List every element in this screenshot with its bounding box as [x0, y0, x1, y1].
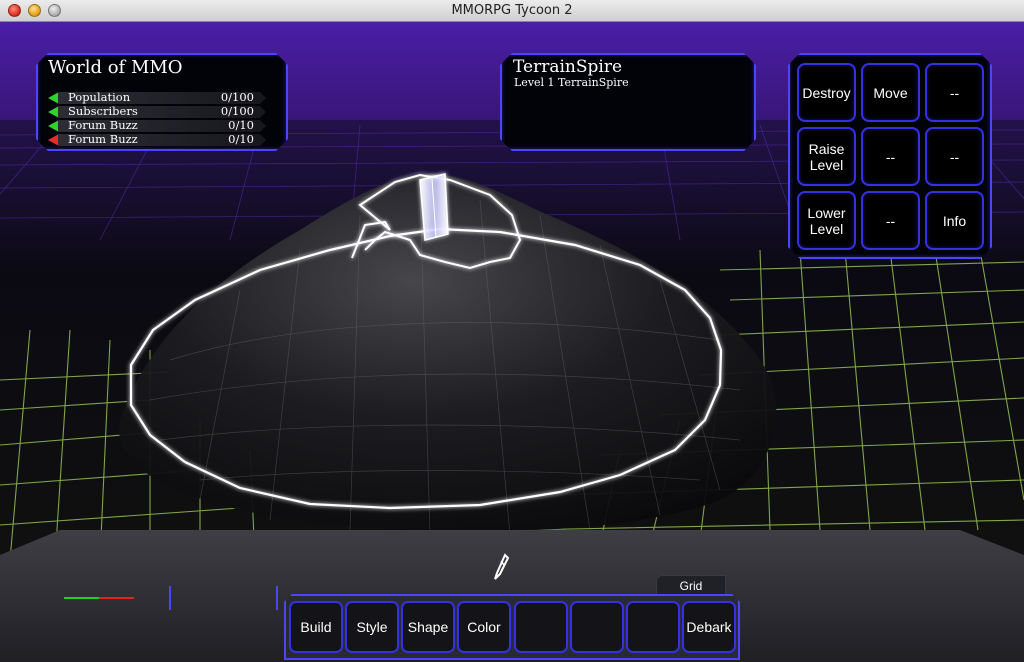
button-label: Build	[300, 619, 332, 635]
button-label: Info	[942, 212, 967, 229]
empty-toolbar-slot[interactable]	[570, 601, 624, 653]
zoom-window-button[interactable]	[48, 4, 61, 17]
stat-value: 0/10	[228, 118, 254, 132]
close-window-button[interactable]	[8, 4, 21, 17]
grid-tab[interactable]: Grid	[656, 575, 726, 595]
button-label: Raise Level	[808, 140, 845, 173]
debark-button[interactable]: Debark	[682, 601, 736, 653]
world-stats-panel: World of MMO Population 0/100 Subscriber…	[36, 53, 288, 151]
stat-label: Forum Buzz	[68, 132, 138, 146]
stat-forum-buzz: Forum Buzz 0/10	[48, 119, 276, 132]
button-label: Shape	[407, 619, 449, 635]
button-label: Style	[356, 619, 388, 635]
dock-divider	[169, 586, 171, 610]
info-button[interactable]: Info	[925, 191, 984, 250]
move-button[interactable]: Move	[861, 63, 920, 122]
stat-label: Subscribers	[68, 104, 138, 118]
axis-indicator-y	[99, 597, 134, 599]
trend-up-icon	[48, 92, 59, 104]
button-label: --	[885, 148, 896, 165]
trend-down-icon	[48, 134, 59, 146]
main-toolbar: Build Style Shape Color Debark	[284, 594, 740, 660]
build-button[interactable]: Build	[289, 601, 343, 653]
axis-indicator-x	[64, 597, 99, 599]
stat-forum-buzz-2: Forum Buzz 0/10	[48, 133, 276, 146]
button-label: --	[949, 84, 960, 101]
style-button[interactable]: Style	[345, 601, 399, 653]
trend-up-icon	[48, 106, 59, 118]
selection-title: TerrainSpire	[513, 57, 623, 77]
empty-action-button[interactable]: --	[861, 191, 920, 250]
empty-action-button[interactable]: --	[861, 127, 920, 186]
lower-level-button[interactable]: Lower Level	[797, 191, 856, 250]
shape-button[interactable]: Shape	[401, 601, 455, 653]
button-label: Debark	[686, 619, 732, 635]
empty-toolbar-slot[interactable]	[626, 601, 680, 653]
selection-info-panel: TerrainSpire Level 1 TerrainSpire	[500, 53, 756, 151]
button-label: --	[949, 148, 960, 165]
stat-value: 0/100	[220, 104, 254, 118]
cursor-pointer-icon	[494, 553, 510, 580]
trend-up-icon	[48, 120, 59, 132]
stat-label: Forum Buzz	[68, 118, 138, 132]
stat-value: 0/100	[220, 90, 254, 104]
stat-label: Population	[68, 90, 131, 104]
color-button[interactable]: Color	[457, 601, 511, 653]
button-label: --	[885, 212, 896, 229]
stat-value: 0/10	[228, 132, 254, 146]
world-name: World of MMO	[48, 57, 183, 78]
window-title: MMORPG Tycoon 2	[451, 3, 573, 18]
dock-divider	[276, 586, 278, 610]
minimize-window-button[interactable]	[28, 4, 41, 17]
stat-subscribers: Subscribers 0/100	[48, 105, 276, 118]
destroy-button[interactable]: Destroy	[797, 63, 856, 122]
empty-action-button[interactable]: --	[925, 63, 984, 122]
button-label: Move	[873, 84, 908, 101]
empty-toolbar-slot[interactable]	[514, 601, 568, 653]
stat-population: Population 0/100	[48, 91, 276, 104]
window-titlebar: MMORPG Tycoon 2	[0, 0, 1024, 22]
raise-level-button[interactable]: Raise Level	[797, 127, 856, 186]
selection-subtitle: Level 1 TerrainSpire	[514, 76, 629, 89]
terrain-spire[interactable]	[419, 173, 449, 241]
button-label: Destroy	[802, 84, 851, 101]
empty-action-button[interactable]: --	[925, 127, 984, 186]
button-label: Lower Level	[807, 204, 846, 237]
actions-panel: Destroy Move -- Raise Level -- -- Lower …	[788, 53, 992, 259]
button-label: Color	[467, 619, 501, 635]
